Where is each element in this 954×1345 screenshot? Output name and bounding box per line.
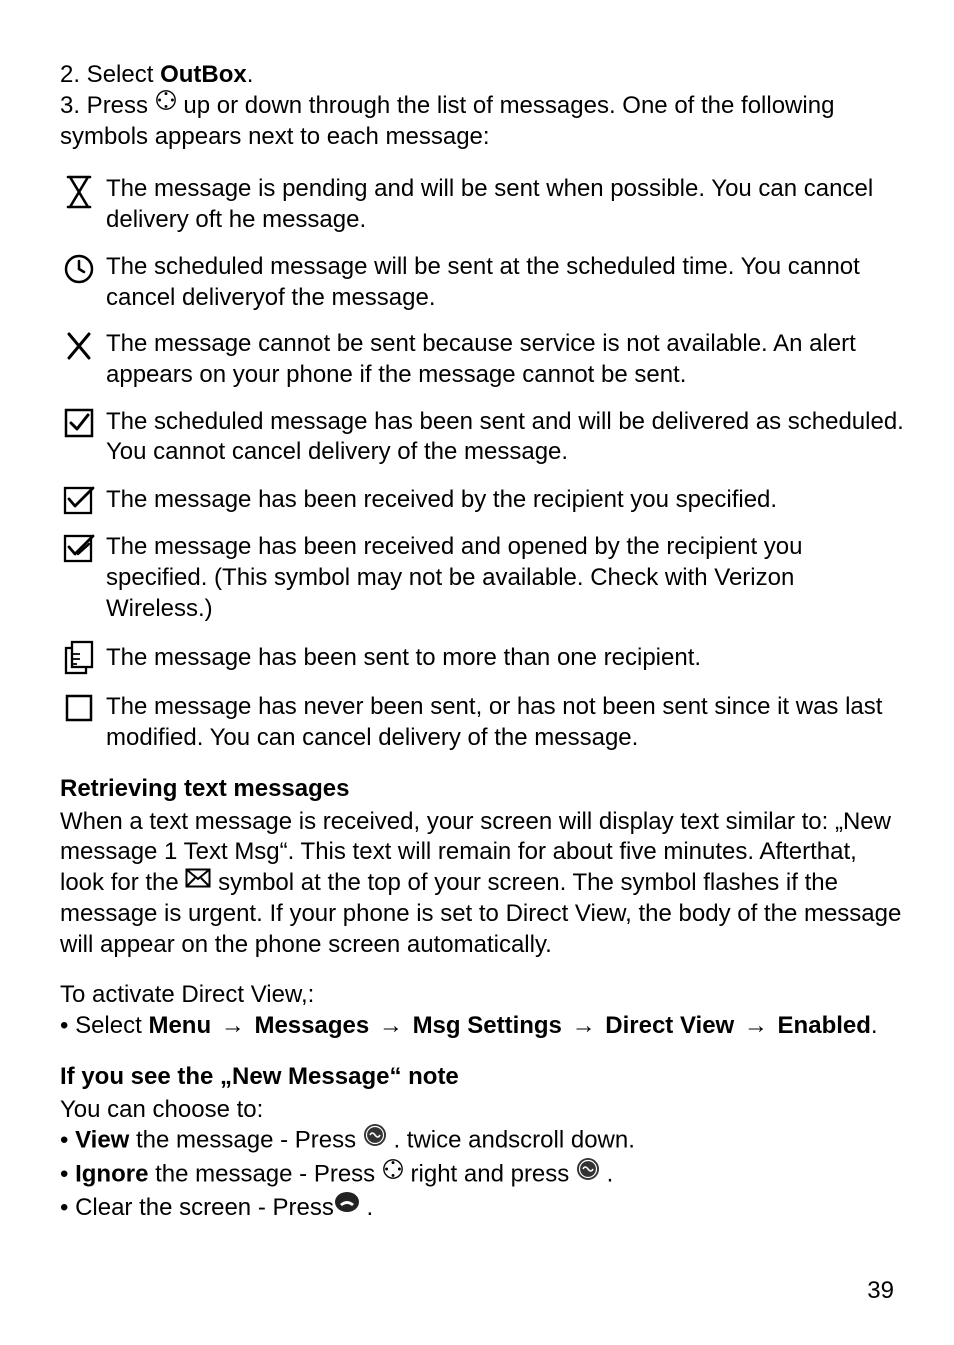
symbol-row-sent-scheduled: The scheduled message has been sent and … — [60, 407, 904, 468]
ignore-prefix: • — [60, 1161, 75, 1188]
step2-prefix: 2. Select — [60, 61, 160, 88]
view-bold: View — [75, 1127, 129, 1154]
x-icon — [60, 329, 98, 363]
documents-icon — [60, 640, 98, 676]
newmsg-heading: If you see the „New Message“ note — [60, 1062, 904, 1093]
retrieving-heading: Retrieving text messages — [60, 774, 904, 805]
symbol-row-scheduled: The scheduled message will be sent at th… — [60, 252, 904, 313]
intro-steps: 2. Select OutBox. 3. Press up or down th… — [60, 60, 904, 152]
symbol-text: The message has never been sent, or has … — [106, 692, 904, 753]
bullet-view: • View the message - Press . twice andsc… — [60, 1125, 904, 1158]
symbol-row-multiple: The message has been sent to more than o… — [60, 640, 904, 676]
nav-circle-icon — [382, 1158, 404, 1189]
retrieving-para: When a text message is received, your sc… — [60, 807, 904, 961]
symbol-text: The message cannot be sent because servi… — [106, 329, 904, 390]
view-after: . twice andscroll down. — [387, 1127, 635, 1154]
envelope-icon — [185, 866, 211, 897]
clock-icon — [60, 252, 98, 286]
ok-button-icon — [363, 1123, 387, 1156]
view-prefix: • — [60, 1127, 75, 1154]
ok-button-icon — [576, 1157, 600, 1190]
ignore-bold: Ignore — [75, 1161, 148, 1188]
symbol-text: The scheduled message has been sent and … — [106, 407, 904, 468]
newmsg-intro: You can choose to: — [60, 1095, 904, 1126]
activate-line: • Select Menu → Messages → Msg Settings … — [60, 1011, 904, 1042]
check-box-icon — [60, 407, 98, 439]
menu-path-1: Messages — [254, 1012, 369, 1039]
symbol-row-received: The message has been received by the rec… — [60, 484, 904, 516]
ignore-mid2: right and press — [404, 1161, 576, 1188]
symbol-row-pending: The message is pending and will be sent … — [60, 174, 904, 235]
clear-after: . — [360, 1194, 373, 1221]
symbol-text: The scheduled message will be sent at th… — [106, 252, 904, 313]
step-2: 2. Select OutBox. — [60, 60, 904, 91]
menu-path-2: Msg Settings — [413, 1012, 562, 1039]
symbol-text: The message has been sent to more than o… — [106, 643, 904, 674]
activate-prefix: • Select — [60, 1012, 148, 1039]
step2-suffix: . — [247, 61, 254, 88]
page-number: 39 — [867, 1276, 894, 1307]
view-mid: the message - Press — [129, 1127, 362, 1154]
symbol-row-opened: The message has been received and opened… — [60, 532, 904, 624]
ignore-after: . — [600, 1161, 613, 1188]
menu-path-4: Enabled — [778, 1012, 871, 1039]
end-call-icon — [334, 1191, 360, 1222]
newmsg-section: If you see the „New Message“ note You ca… — [60, 1062, 904, 1224]
clear-before: • Clear the screen - Press — [60, 1194, 334, 1221]
ignore-mid: the message - Press — [148, 1161, 381, 1188]
nav-circle-icon — [155, 89, 177, 120]
arrow-icon: → — [376, 1011, 406, 1042]
step2-bold: OutBox — [160, 61, 247, 88]
activate-intro: To activate Direct View,: — [60, 980, 904, 1011]
symbol-row-never-sent: The message has never been sent, or has … — [60, 692, 904, 753]
empty-box-icon — [60, 692, 98, 724]
menu-path-3: Direct View — [605, 1012, 734, 1039]
hourglass-icon — [60, 174, 98, 210]
symbol-text: The message is pending and will be sent … — [106, 174, 904, 235]
check-box-double-icon — [60, 484, 98, 516]
arrow-icon: → — [741, 1011, 771, 1042]
symbol-text: The message has been received and opened… — [106, 532, 904, 624]
menu-path-0: Menu — [148, 1012, 211, 1039]
bullet-ignore: • Ignore the message - Press right and p… — [60, 1159, 904, 1192]
arrow-icon: → — [218, 1011, 248, 1042]
check-box-open-icon — [60, 532, 98, 564]
arrow-icon: → — [569, 1011, 599, 1042]
step-3: 3. Press up or down through the list of … — [60, 91, 904, 153]
bullet-clear: • Clear the screen - Press . — [60, 1193, 904, 1224]
symbol-text: The message has been received by the rec… — [106, 485, 904, 516]
retrieving-section: Retrieving text messages When a text mes… — [60, 774, 904, 1042]
step3-before: 3. Press — [60, 92, 155, 119]
symbol-row-failed: The message cannot be sent because servi… — [60, 329, 904, 390]
